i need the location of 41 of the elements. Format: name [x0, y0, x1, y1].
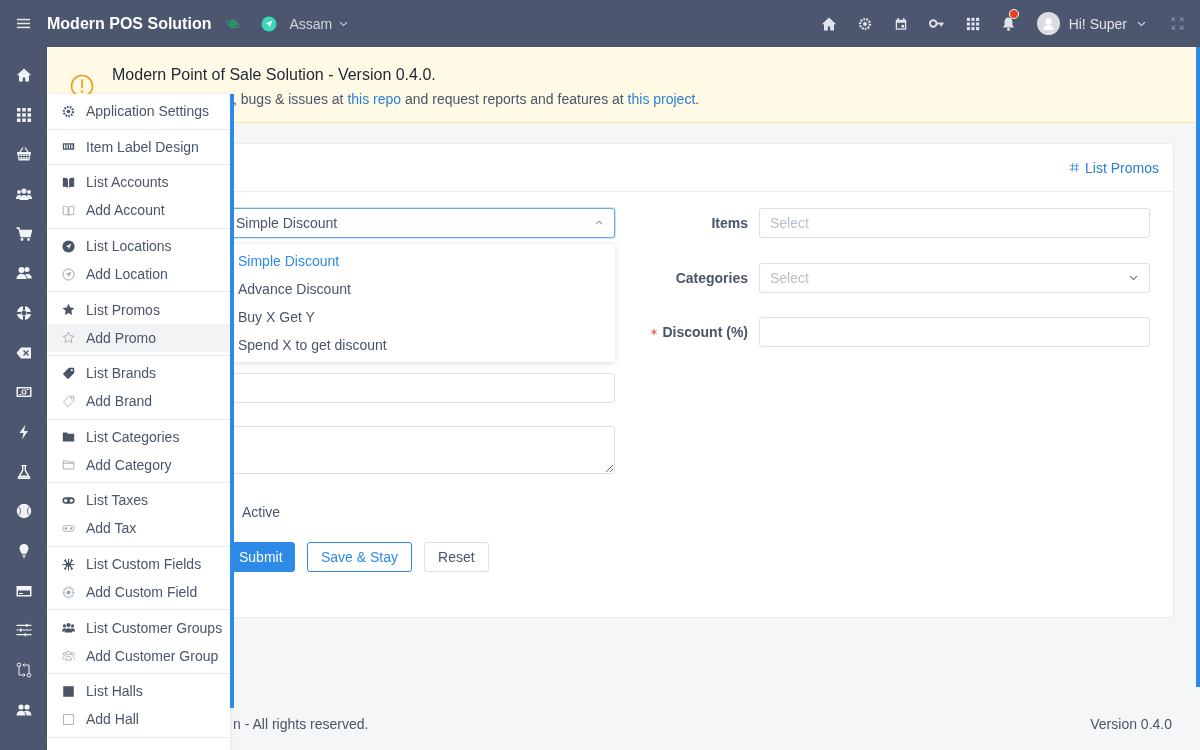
user-menu[interactable]: Hi! Super [1036, 12, 1147, 35]
menu-item[interactable]: Add Customer Group [47, 641, 230, 670]
location-selector[interactable]: Assam [261, 15, 350, 32]
field-label: Discount (%) [662, 324, 748, 340]
menu-item[interactable]: Add Hall [47, 705, 230, 734]
menu-item[interactable]: Add Category [47, 450, 230, 479]
field-label: Categories [675, 269, 748, 286]
list-promos-link[interactable]: List Promos [1069, 159, 1159, 176]
dropdown-option[interactable]: Buy X Get Y [232, 303, 615, 331]
menu-item[interactable]: List Categories [47, 422, 230, 451]
select-field[interactable]: Simple Discount [232, 208, 615, 238]
link[interactable]: this repo [347, 91, 402, 107]
menu-item[interactable]: List Customer Groups [47, 613, 230, 642]
menu-item[interactable]: Add Promo [47, 323, 230, 352]
menu-item[interactable]: List Custom Fields [47, 550, 230, 579]
checkbox-label[interactable]: Active [232, 504, 615, 520]
menu-item[interactable]: List Taxes [47, 486, 230, 515]
copyright-text: n - All rights reserved. [233, 716, 369, 732]
dropdown-option[interactable]: Simple Discount [232, 247, 615, 275]
menu-item[interactable]: Add Account [47, 196, 230, 225]
form-button[interactable]: Reset [424, 542, 489, 572]
dropdown-option[interactable]: Spend X to get discount [232, 331, 615, 359]
menu-item[interactable]: Add Brand [47, 387, 230, 416]
menu-item[interactable]: Add Location [47, 260, 230, 289]
menu-item[interactable]: List Accounts [47, 168, 230, 197]
menu-item[interactable]: Application Settings [47, 97, 230, 126]
menu-item[interactable]: List Brands [47, 359, 230, 388]
dropdown-option[interactable]: Advance Discount [232, 275, 615, 303]
menu-item[interactable]: Item Label Design [47, 132, 230, 161]
menu-item[interactable]: List Halls [47, 677, 230, 706]
menu-item[interactable]: List Locations [47, 232, 230, 261]
app-title: Modern POS Solution [47, 14, 212, 33]
form-button[interactable]: Save & Stay [307, 542, 413, 572]
menu-item[interactable]: List Promos [47, 295, 230, 324]
menu-item[interactable]: Add Tax [47, 514, 230, 543]
field-label: Items [711, 215, 748, 231]
alert-message: , bugs & issues at this repo and request reports and features at this project. [233, 91, 700, 107]
version-text: Version 0.4.0 [1090, 716, 1172, 732]
submit-button[interactable]: Submit [232, 542, 295, 572]
menu-item[interactable]: Add Custom Field [47, 578, 230, 607]
alert-title: Modern Point of Sale Solution - Version 0.4.0. [112, 66, 437, 84]
